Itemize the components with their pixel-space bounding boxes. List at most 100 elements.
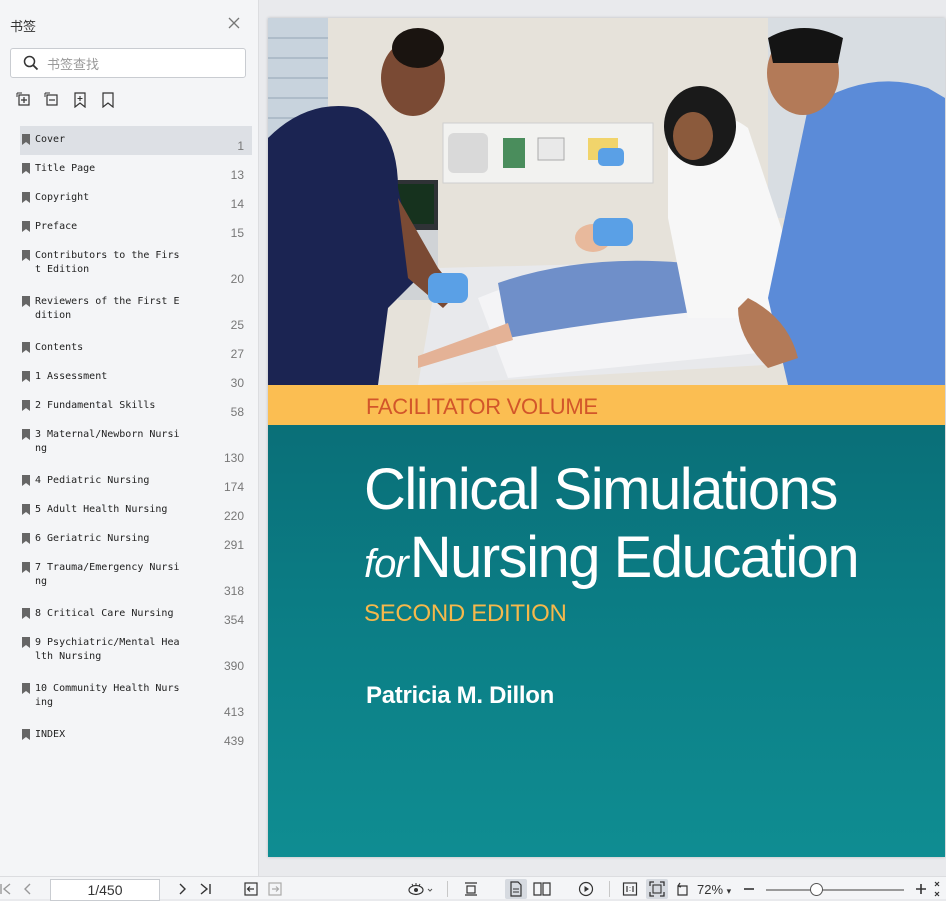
zoom-slider-thumb[interactable] <box>810 883 823 896</box>
next-page-icon[interactable] <box>174 881 190 897</box>
bookmark-item[interactable]: Cover 1 <box>20 126 252 155</box>
zoom-level[interactable]: 72% ▾ <box>697 882 731 897</box>
bookmark-icon <box>22 533 30 544</box>
fit-page-button[interactable] <box>646 879 668 899</box>
search-icon <box>23 55 39 71</box>
bookmark-page-number: 15 <box>230 226 244 240</box>
bookmark-page-number: 390 <box>223 659 244 673</box>
bookmark-label: INDEX <box>35 729 66 740</box>
panel-title: 书签 <box>10 19 37 34</box>
bookmark-item[interactable]: 10 Community Health Nursing 413 <box>20 675 252 721</box>
collapse-all-icon[interactable] <box>44 92 60 108</box>
first-page-icon[interactable] <box>0 881 14 897</box>
bookmark-item[interactable]: INDEX 439 <box>20 721 252 750</box>
bookmark-label: 10 Community Health Nursing <box>35 683 180 708</box>
cover-page: FACILITATOR VOLUME Clinical Simulations … <box>268 18 945 857</box>
single-page-icon <box>510 881 522 897</box>
bookmark-icon <box>22 729 30 740</box>
bookmark-item[interactable]: Contributors to the First Edition 20 <box>20 242 252 288</box>
bookmark-item[interactable]: 6 Geriatric Nursing 291 <box>20 525 252 554</box>
play-icon[interactable] <box>578 881 594 897</box>
bookmark-page-number: 174 <box>223 480 244 494</box>
bookmark-page-number: 30 <box>230 376 244 390</box>
bookmark-label: Contents <box>35 342 84 353</box>
bookmark-page-number: 25 <box>230 318 244 332</box>
add-bookmark-icon[interactable] <box>72 92 88 108</box>
bookmark-item[interactable]: 3 Maternal/Newborn Nursing 130 <box>20 421 252 467</box>
author-name: Patricia M. Dillon <box>366 682 554 709</box>
bookmark-label: 2 Fundamental Skills <box>35 400 156 411</box>
bookmark-icon <box>22 296 30 307</box>
zoom-value: 72% <box>697 882 724 897</box>
bookmark-icon <box>22 134 30 145</box>
last-page-icon[interactable] <box>197 881 213 897</box>
expand-all-icon[interactable] <box>16 92 32 108</box>
chevron-down-icon: ▾ <box>726 886 732 896</box>
cover-photo <box>268 18 945 385</box>
zoom-slider-track[interactable] <box>766 889 904 891</box>
bookmark-icon[interactable] <box>100 92 116 108</box>
bookmark-item[interactable]: Title Page 13 <box>20 155 252 184</box>
page-number-input[interactable] <box>50 879 160 901</box>
bookmark-icon <box>22 683 30 694</box>
title-for: for <box>364 542 409 586</box>
bookmark-icon <box>22 475 30 486</box>
bookmark-page-number: 20 <box>230 272 244 286</box>
close-icon[interactable] <box>227 16 241 30</box>
bookmark-item[interactable]: 7 Trauma/Emergency Nursing 318 <box>20 554 252 600</box>
bookmark-label: Copyright <box>35 192 90 203</box>
search-input[interactable] <box>47 55 237 73</box>
bookmark-icon <box>22 221 30 232</box>
zoom-in-icon[interactable] <box>913 881 929 897</box>
bookmark-item[interactable]: 2 Fundamental Skills 58 <box>20 392 252 421</box>
bookmark-item[interactable]: Reviewers of the First Edition 25 <box>20 288 252 334</box>
bookmark-icon <box>22 562 30 573</box>
go-forward-icon[interactable] <box>267 881 283 897</box>
bookmark-icon <box>22 192 30 203</box>
bookmark-item[interactable]: Preface 15 <box>20 213 252 242</box>
bookmark-label: 3 Maternal/Newborn Nursing <box>35 429 180 454</box>
prev-page-icon[interactable] <box>20 881 36 897</box>
facilitator-band: FACILITATOR VOLUME <box>268 385 945 425</box>
bookmark-icon <box>22 400 30 411</box>
bookmark-page-number: 439 <box>223 734 244 748</box>
bookmark-search[interactable] <box>10 48 246 78</box>
bookmark-page-number: 354 <box>223 613 244 627</box>
bookmark-label: Reviewers of the First Edition <box>35 296 180 321</box>
book-title-line1: Clinical Simulations <box>364 457 838 522</box>
bookmark-icon <box>22 163 30 174</box>
bookmark-item[interactable]: 4 Pediatric Nursing 174 <box>20 467 252 496</box>
bookmark-label: Cover <box>35 134 66 145</box>
title-line2-text: Nursing Education <box>409 525 860 590</box>
bookmark-page-number: 13 <box>230 168 244 182</box>
bookmark-label: 4 Pediatric Nursing <box>35 475 150 486</box>
rotate-icon[interactable] <box>675 881 691 897</box>
edition-label: SECOND EDITION <box>364 600 567 627</box>
eye-protect-icon[interactable] <box>408 881 434 897</box>
bookmark-item[interactable]: Copyright 14 <box>20 184 252 213</box>
bookmark-label: Contributors to the First Edition <box>35 250 180 275</box>
single-page-button[interactable] <box>505 879 527 899</box>
bookmark-label: Title Page <box>35 163 96 174</box>
bookmark-item[interactable]: 9 Psychiatric/Mental Health Nursing 390 <box>20 629 252 675</box>
double-page-icon[interactable] <box>533 881 551 897</box>
bookmark-item[interactable]: 1 Assessment 30 <box>20 363 252 392</box>
actual-size-icon[interactable] <box>622 881 638 897</box>
bookmark-item[interactable]: 8 Critical Care Nursing 354 <box>20 600 252 629</box>
bookmark-icon <box>22 371 30 382</box>
bookmark-label: 8 Critical Care Nursing <box>35 608 174 619</box>
bookmark-icon <box>22 608 30 619</box>
bookmark-icon <box>22 250 30 261</box>
go-back-icon[interactable] <box>243 881 259 897</box>
bookmark-label: 6 Geriatric Nursing <box>35 533 150 544</box>
document-view[interactable]: FACILITATOR VOLUME Clinical Simulations … <box>260 0 946 876</box>
toolbar-separator <box>609 881 610 897</box>
fullscreen-icon[interactable] <box>934 881 946 897</box>
bookmark-page-number: 130 <box>223 451 244 465</box>
bookmark-label: 5 Adult Health Nursing <box>35 504 168 515</box>
fit-width-icon[interactable] <box>463 881 479 897</box>
bookmark-item[interactable]: Contents 27 <box>20 334 252 363</box>
bookmark-page-number: 220 <box>223 509 244 523</box>
bookmark-item[interactable]: 5 Adult Health Nursing 220 <box>20 496 252 525</box>
zoom-out-icon[interactable] <box>741 881 757 897</box>
